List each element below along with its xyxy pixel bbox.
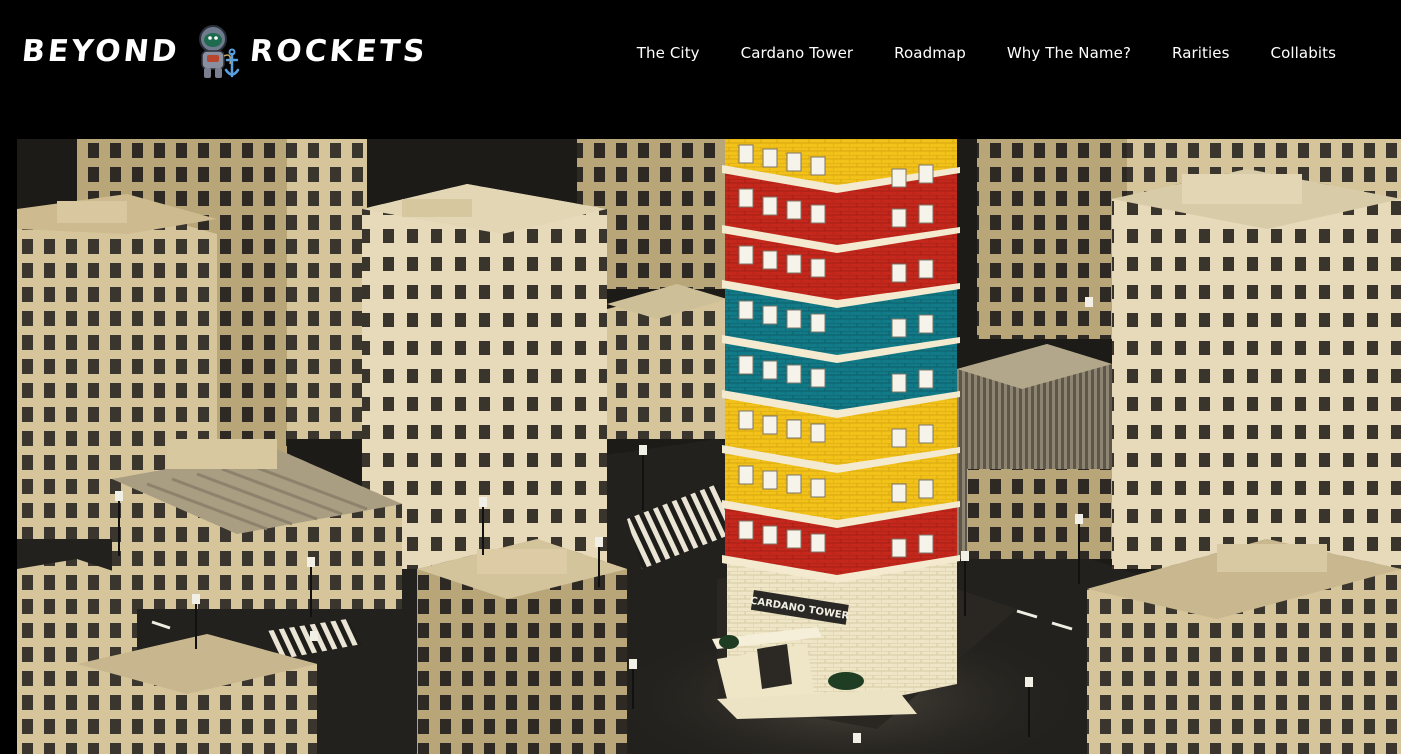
nav-item-rarities[interactable]: Rarities — [1172, 44, 1230, 62]
cardano-tower: CARDANO TOWER — [712, 139, 960, 719]
nav-item-roadmap[interactable]: Roadmap — [894, 44, 966, 62]
main-nav: The City Cardano Tower Roadmap Why The N… — [637, 44, 1336, 62]
isometric-city-illustration: CARDANO TOWER — [17, 139, 1401, 754]
brand-logo-link[interactable]: BEYOND ROCKETS — [20, 22, 429, 82]
nav-item-the-city[interactable]: The City — [637, 44, 700, 62]
page: BEYOND ROCKETS The City Cardano Tower Ro… — [0, 0, 1401, 754]
nav-item-collabits[interactable]: Collabits — [1271, 44, 1336, 62]
site-header: BEYOND ROCKETS The City Cardano Tower Ro… — [0, 0, 1401, 112]
astronaut-anchor-icon — [198, 25, 239, 78]
hero-city-image: CARDANO TOWER — [17, 139, 1401, 754]
nav-item-cardano-tower[interactable]: Cardano Tower — [741, 44, 854, 62]
nav-item-why-the-name[interactable]: Why The Name? — [1007, 44, 1131, 62]
brand-name-right: ROCKETS — [247, 34, 429, 69]
brand-name-left: BEYOND — [20, 34, 182, 69]
